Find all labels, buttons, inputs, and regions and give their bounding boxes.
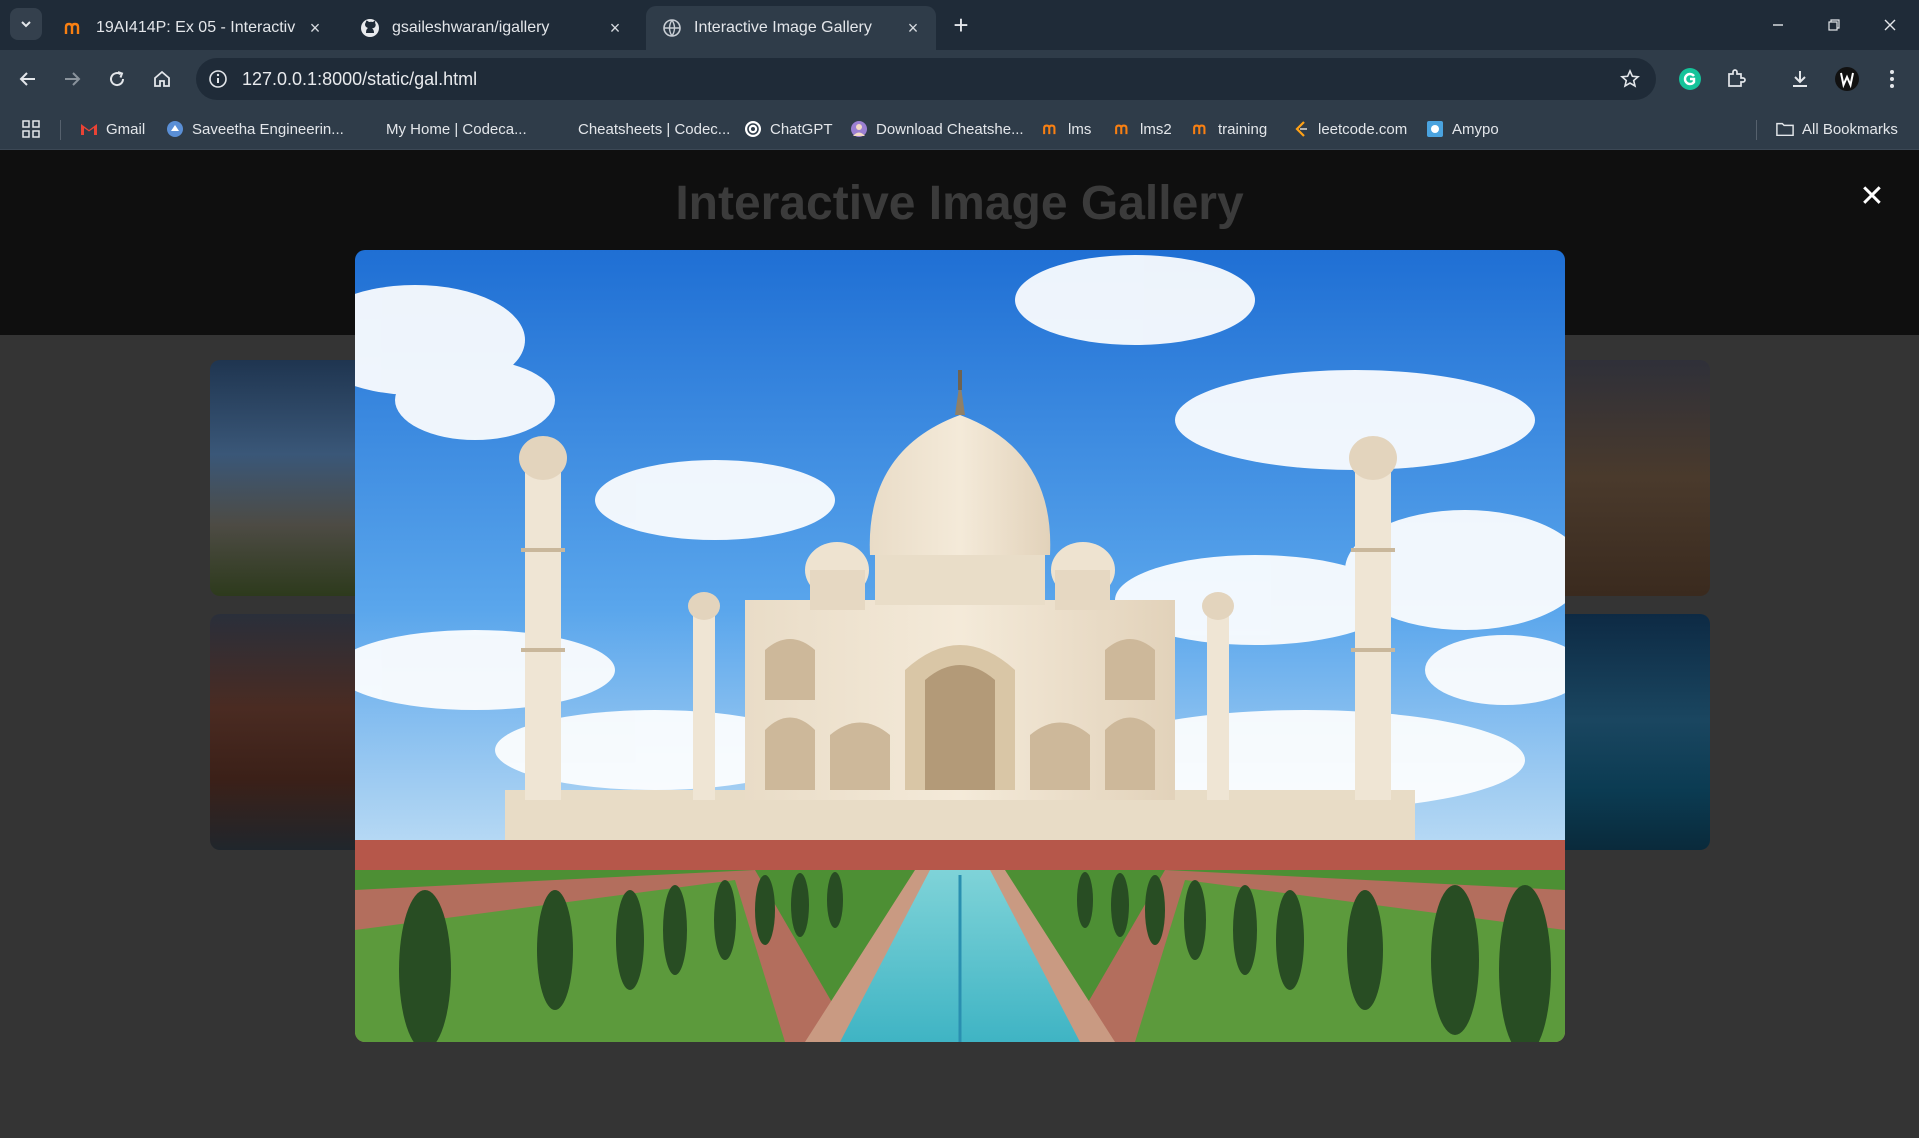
- bookmark-label: Amypo: [1452, 120, 1499, 138]
- moodle-icon: [1042, 120, 1060, 138]
- chatgpt-icon: [744, 120, 762, 138]
- close-icon[interactable]: ×: [902, 17, 924, 39]
- bookmark-lms2[interactable]: lms2: [1114, 118, 1172, 140]
- back-button[interactable]: [12, 63, 44, 95]
- bookmark-leetcode[interactable]: leetcode.com: [1292, 118, 1407, 140]
- bookmark-amypo[interactable]: Amypo: [1426, 118, 1499, 140]
- leetcode-icon: [1292, 120, 1310, 138]
- reload-icon: [110, 71, 125, 87]
- forward-button[interactable]: [56, 63, 88, 95]
- all-bookmarks-button[interactable]: All Bookmarks: [1776, 118, 1898, 140]
- bookmark-training[interactable]: training: [1192, 118, 1267, 140]
- bookmark-gmail[interactable]: Gmail: [80, 118, 145, 140]
- browser-toolbar: 127.0.0.1:8000/static/gal.html: [0, 50, 1919, 108]
- bookmark-label: Gmail: [106, 120, 146, 138]
- info-icon[interactable]: [206, 67, 230, 91]
- lightbox-close-button[interactable]: ✕: [1858, 180, 1886, 213]
- bookmark-download-cheatsheet[interactable]: Download Cheatshe...: [850, 118, 1024, 140]
- avatar-icon: [850, 120, 868, 138]
- close-icon[interactable]: ×: [304, 17, 326, 39]
- grammarly-icon[interactable]: [1674, 63, 1706, 95]
- github-icon: [360, 18, 380, 38]
- apps-grid-button[interactable]: [22, 118, 48, 140]
- bookmark-star-icon[interactable]: [1618, 67, 1642, 91]
- tab-github[interactable]: gsaileshwaran/igallery ×: [344, 6, 638, 50]
- tab-search-button[interactable]: [10, 8, 42, 40]
- bookmark-label: lms2: [1140, 120, 1172, 138]
- tab-gallery[interactable]: Interactive Image Gallery ×: [646, 6, 936, 50]
- profile-avatar-icon[interactable]: [1831, 63, 1863, 95]
- page-title: Interactive Image Gallery: [675, 177, 1244, 230]
- moodle-icon: [1192, 120, 1210, 138]
- bookmark-codecademy-cheatsheets[interactable]: Cheatsheets | Codec...: [552, 118, 730, 140]
- apps-grid-icon: [22, 120, 40, 138]
- bookmarks-divider: [60, 120, 61, 140]
- bookmark-label: training: [1218, 120, 1268, 138]
- arrow-left-icon: [19, 72, 35, 86]
- home-button[interactable]: [146, 63, 178, 95]
- saveetha-icon: [166, 120, 184, 138]
- close-icon: [1884, 19, 1896, 31]
- address-bar[interactable]: 127.0.0.1:8000/static/gal.html: [196, 58, 1656, 100]
- bookmarks-bar: Gmail Saveetha Engineerin... My Home | C…: [0, 108, 1919, 150]
- amypo-icon: [1426, 120, 1444, 138]
- home-icon: [154, 70, 170, 87]
- tab-title: 19AI414P: Ex 05 - Interactive Im: [96, 19, 296, 36]
- bookmark-label: lms: [1068, 120, 1092, 138]
- bookmark-label: Download Cheatshe...: [876, 120, 1024, 138]
- minimize-icon: [1773, 24, 1783, 26]
- minimize-button[interactable]: [1750, 0, 1806, 50]
- bookmarks-divider: [1756, 120, 1757, 140]
- tab-moodle[interactable]: 19AI414P: Ex 05 - Interactive Im ×: [48, 6, 338, 50]
- bookmark-label: Cheatsheets | Codec...: [578, 120, 731, 138]
- bookmark-lms[interactable]: lms: [1042, 118, 1091, 140]
- tab-title: gsaileshwaran/igallery: [392, 19, 550, 36]
- folder-icon: [1776, 120, 1794, 138]
- restore-icon: [1828, 19, 1840, 31]
- extensions-icon[interactable]: [1720, 63, 1752, 95]
- bookmark-codecademy-home[interactable]: My Home | Codeca...: [360, 118, 527, 140]
- all-bookmarks-label: All Bookmarks: [1802, 120, 1898, 138]
- tab-strip: 19AI414P: Ex 05 - Interactive Im × gsail…: [0, 0, 1919, 50]
- bookmark-label: My Home | Codeca...: [386, 120, 527, 138]
- bookmark-saveetha[interactable]: Saveetha Engineerin...: [166, 118, 344, 140]
- chevron-down-icon: [21, 21, 31, 28]
- window-close-button[interactable]: [1862, 0, 1918, 50]
- bookmark-label: ChatGPT: [770, 120, 833, 138]
- url-text[interactable]: 127.0.0.1:8000/static/gal.html: [242, 69, 477, 90]
- arrow-right-icon: [65, 72, 81, 86]
- bookmark-label: Saveetha Engineerin...: [192, 120, 344, 138]
- tab-title: Interactive Image Gallery: [694, 19, 872, 36]
- globe-icon: [662, 18, 682, 38]
- page-content: Interactive Image Gallery ✕: [0, 150, 1919, 1138]
- lightbox-image: [355, 250, 1565, 1042]
- bookmark-label: leetcode.com: [1318, 120, 1408, 138]
- bookmark-chatgpt[interactable]: ChatGPT: [744, 118, 833, 140]
- new-tab-button[interactable]: +: [946, 10, 976, 40]
- restore-button[interactable]: [1806, 0, 1862, 50]
- more-menu-icon[interactable]: [1876, 63, 1908, 95]
- codecademy-icon: [552, 120, 570, 138]
- moodle-icon: [1114, 120, 1132, 138]
- download-icon[interactable]: [1784, 63, 1816, 95]
- gmail-icon: [80, 120, 98, 138]
- close-icon[interactable]: ×: [604, 17, 626, 39]
- reload-button[interactable]: [101, 63, 133, 95]
- codecademy-icon: [360, 120, 378, 138]
- moodle-icon: [64, 18, 84, 38]
